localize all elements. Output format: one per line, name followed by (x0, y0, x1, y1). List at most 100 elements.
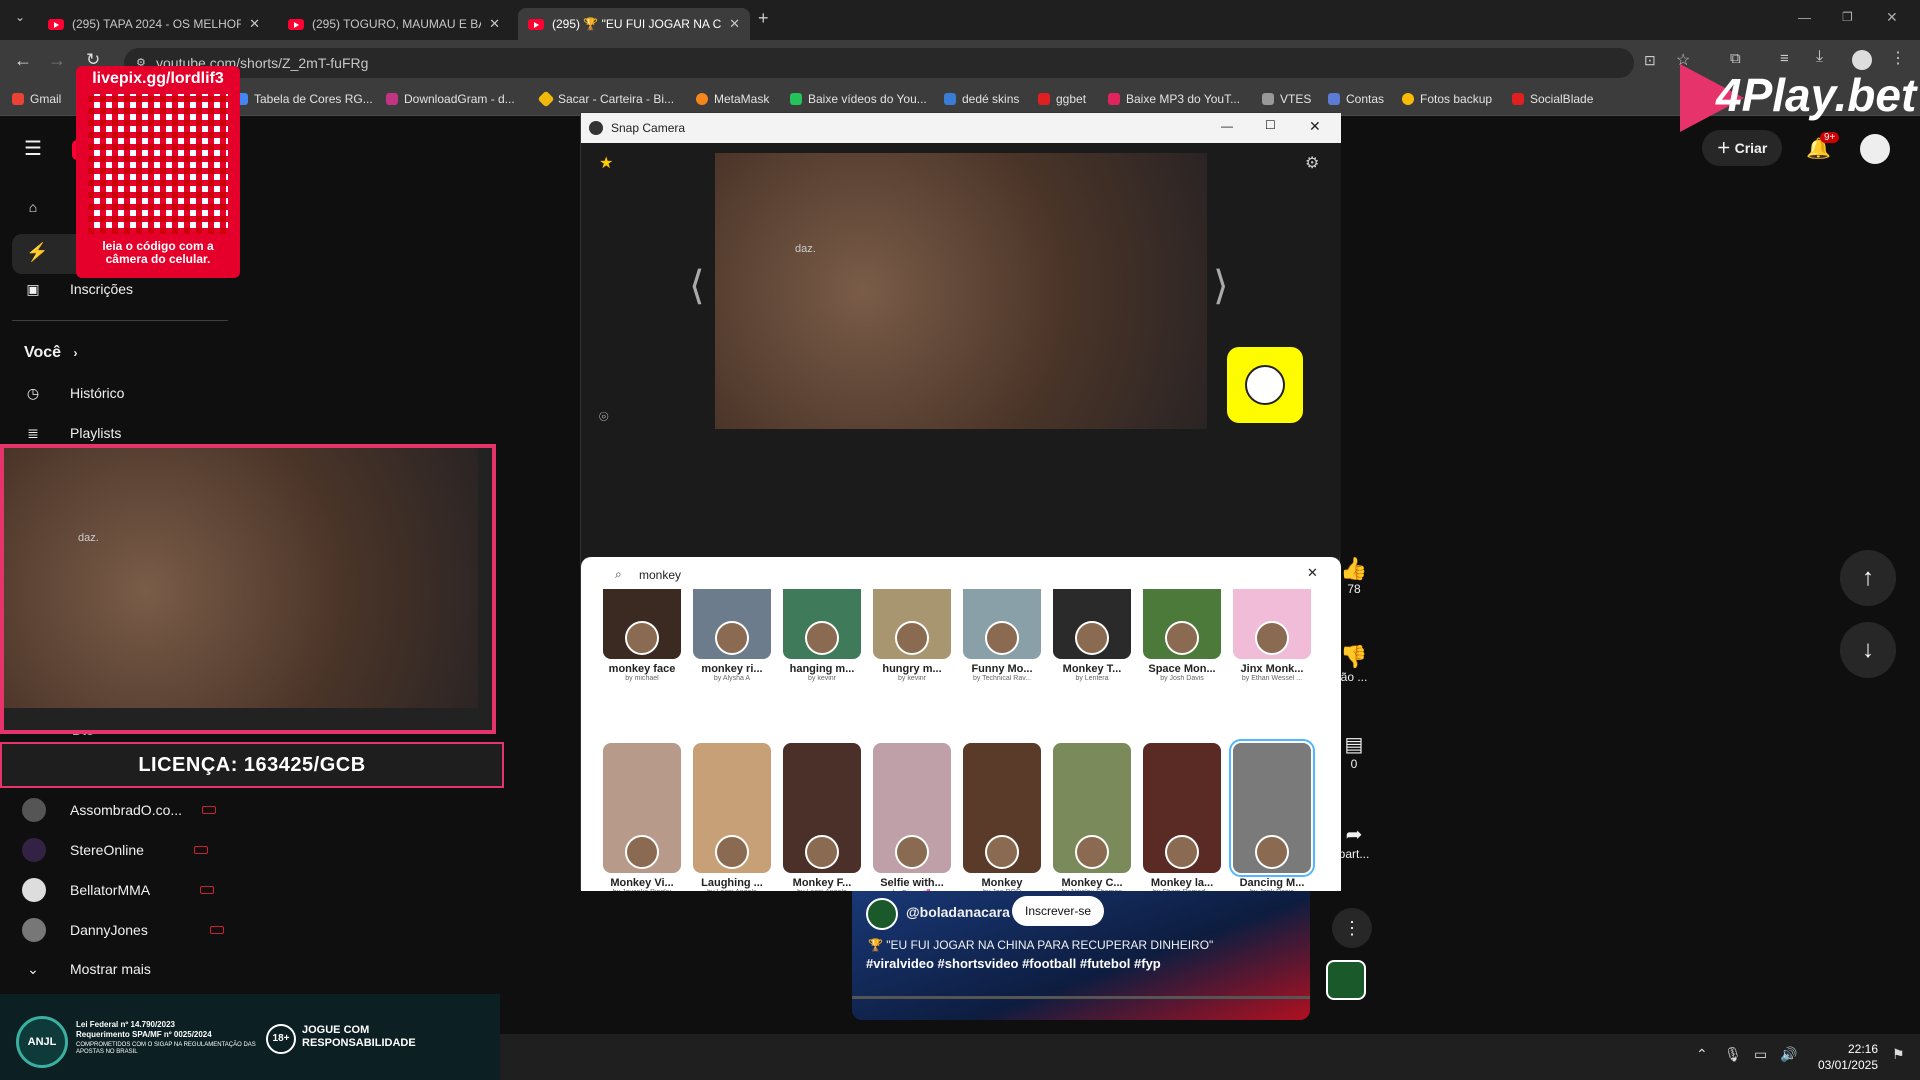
settings-gear-icon[interactable]: ⚙ (1305, 153, 1319, 173)
browser-tab-2[interactable]: (295) TOGURO, MAUMAU E BA ✕ (278, 8, 510, 40)
browser-tab-1[interactable]: (295) TAPA 2024 - OS MELHORE ✕ (38, 8, 270, 40)
notification-center-icon[interactable]: ⚑ (1892, 1046, 1905, 1063)
snap-window-title: Snap Camera (611, 121, 686, 135)
bookmark-binance[interactable]: Sacar - Carteira - Bi... (537, 90, 674, 108)
lens-tile[interactable]: Monkey C...by Nikolay Shaman (1053, 743, 1131, 891)
lens-tile[interactable]: Monkey la...by Sham Ramad... (1143, 743, 1221, 891)
microphone-icon[interactable]: 🎙 (1724, 1046, 1742, 1063)
lens-tile[interactable]: Monkey Vi...by Jovanka Pingky (603, 743, 681, 891)
new-tab-button[interactable]: + (758, 8, 769, 29)
forward-icon[interactable]: → (48, 50, 66, 71)
tab-search-button[interactable]: ⌄ (8, 10, 32, 30)
maximize-icon[interactable]: ☐ (1265, 118, 1276, 132)
lens-tile[interactable]: Selfie with...by Diego 💕 (873, 743, 951, 891)
network-icon[interactable]: ▭ (1754, 1046, 1767, 1063)
qr-code-icon (88, 94, 228, 234)
lens-tile[interactable]: Space Mon... by Josh Davis (1143, 589, 1221, 682)
hamburger-menu-icon[interactable]: ☰ (24, 136, 42, 161)
bookmark-dede-skins[interactable]: dedé skins (944, 92, 1019, 106)
lens-tile[interactable]: Monkeyby Joe ROD (963, 743, 1041, 891)
subscription-item[interactable]: BellatorMMA (22, 878, 215, 902)
bookmark-ggbet[interactable]: ggbet (1038, 92, 1086, 106)
lens-tile[interactable]: Monkey F...by Leoni Angela (783, 743, 861, 891)
restore-icon[interactable]: ❐ (1842, 10, 1853, 24)
account-avatar[interactable] (1860, 134, 1890, 164)
short-hashtags[interactable]: #viralvideo #shortsvideo #football #fute… (866, 956, 1161, 971)
lens-search-input[interactable] (637, 563, 1237, 587)
lens-thumbnail (603, 743, 681, 873)
sidebar-show-more[interactable]: ⌄ Mostrar mais (22, 958, 151, 980)
lens-author: by Technical Rav... (972, 675, 1032, 682)
subscribe-button[interactable]: Inscrever-se (1012, 896, 1104, 926)
short-more-menu[interactable]: ⋮ (1332, 908, 1372, 948)
sidebar-item-history[interactable]: ◷ Histórico (22, 382, 125, 404)
lens-tile[interactable]: monkey ri... by Alysha A (693, 589, 771, 682)
browser-tab-3[interactable]: (295) 🏆 "EU FUI JOGAR NA CH ✕ (518, 8, 750, 40)
close-icon[interactable]: ✕ (729, 16, 740, 32)
sidebar-item-subscriptions[interactable]: ▣ Inscrições (22, 278, 133, 300)
bookmark-socialblade[interactable]: SocialBlade (1512, 92, 1593, 106)
sidebar-item-home[interactable]: ⌂ (22, 196, 70, 218)
camera-capture-icon[interactable]: ⌾ (599, 409, 609, 427)
livepix-qr-overlay: livepix.gg/lordlif3 leia o código com a … (76, 66, 240, 278)
notifications-button[interactable]: 🔔 9+ (1806, 132, 1840, 161)
bookmark-downloadgram[interactable]: DownloadGram - d... (386, 92, 515, 106)
snapcode[interactable] (1227, 347, 1303, 423)
bookmark-contas[interactable]: Contas (1328, 92, 1384, 106)
tray-chevron-icon[interactable]: ⌃ (1696, 1046, 1708, 1063)
subscription-item[interactable]: AssombradO.co... (22, 798, 217, 822)
bookmark-video-downloader[interactable]: Baixe vídeos do You... (790, 92, 927, 106)
sidebar-item-label: Inscrições (70, 281, 134, 297)
lens-tile[interactable]: monkey face by michael (603, 589, 681, 682)
bookmark-label: Baixe vídeos do You... (808, 92, 927, 106)
lens-author: by Joe ROD (963, 889, 1041, 891)
bookmark-mp3[interactable]: Baixe MP3 do YouT... (1108, 92, 1240, 106)
bookmark-fotos[interactable]: Fotos backup (1402, 92, 1492, 106)
sidebar-item-playlists[interactable]: ≣ Playlists (22, 422, 121, 444)
close-icon[interactable]: ✕ (1309, 118, 1321, 135)
sidebar-you-header[interactable]: Você › (24, 344, 78, 362)
bookmark-cores[interactable]: Tabela de Cores RG... (236, 92, 373, 106)
clear-search-icon[interactable]: ✕ (1307, 565, 1318, 581)
lens-thumbnail (783, 743, 861, 873)
prev-lens-arrow[interactable]: ⟨ (689, 263, 705, 309)
lens-tile[interactable]: Monkey T... by Lentera (1053, 589, 1131, 682)
close-icon[interactable]: ✕ (249, 16, 260, 32)
minimize-icon[interactable]: — (1221, 119, 1233, 133)
close-icon[interactable]: ✕ (489, 16, 500, 32)
clock-time[interactable]: 22:16 (1818, 1042, 1878, 1056)
bookmark-label: dedé skins (962, 92, 1020, 106)
lens-tile[interactable]: Funny Mo... by Technical Rav... (963, 589, 1041, 682)
channel-avatar[interactable] (866, 898, 898, 930)
bookmark-icon (386, 93, 398, 105)
lens-creator-avatar (1075, 835, 1109, 869)
bookmark-vtes[interactable]: VTES (1262, 92, 1311, 106)
next-lens-arrow[interactable]: ⟩ (1213, 263, 1229, 309)
window-close-icon[interactable]: ✕ (1886, 9, 1898, 26)
bookmark-gmail[interactable]: Gmail (12, 92, 61, 106)
subscription-item[interactable]: DannyJones (22, 918, 224, 942)
next-short-button[interactable]: ↓ (1840, 622, 1896, 678)
law-text-2: Requerimento SPA/MF nº 0025/2024 (76, 1030, 212, 1039)
lens-tile[interactable]: hanging m... by kevinr (783, 589, 861, 682)
subscription-item[interactable]: StereOnline (22, 838, 208, 862)
install-icon[interactable]: ⊡ (1644, 52, 1656, 69)
bookmark-metamask[interactable]: MetaMask (696, 92, 769, 106)
bookmark-label: Tabela de Cores RG... (254, 92, 373, 106)
back-icon[interactable]: ← (14, 50, 32, 71)
lens-tile[interactable]: Laughing ...by Leoni Angela (693, 743, 771, 891)
lens-tile[interactable]: Jinx Monk... by Ethan Wessel ... (1233, 589, 1311, 682)
channel-handle[interactable]: @boladanacara (906, 904, 1010, 920)
video-progress-bar[interactable] (852, 996, 1310, 999)
lens-tile[interactable]: Dancing M...by Jorik Rosie (1229, 739, 1315, 891)
create-button[interactable]: ＋ Criar (1702, 130, 1782, 166)
address-bar[interactable]: ⚙ youtube.com/shorts/Z_2mT-fuFRg (124, 48, 1634, 78)
clock-date[interactable]: 03/01/2025 (1814, 1058, 1878, 1072)
previous-short-button[interactable]: ↑ (1840, 550, 1896, 606)
volume-icon[interactable]: 🔊 (1780, 1046, 1797, 1063)
minimize-icon[interactable]: — (1798, 10, 1811, 25)
favorite-star-icon[interactable]: ★ (599, 153, 613, 173)
lens-tile[interactable]: hungry m... by kevinr (873, 589, 951, 682)
lens-name: monkey ri... (701, 663, 763, 675)
sound-avatar[interactable] (1326, 960, 1366, 1000)
